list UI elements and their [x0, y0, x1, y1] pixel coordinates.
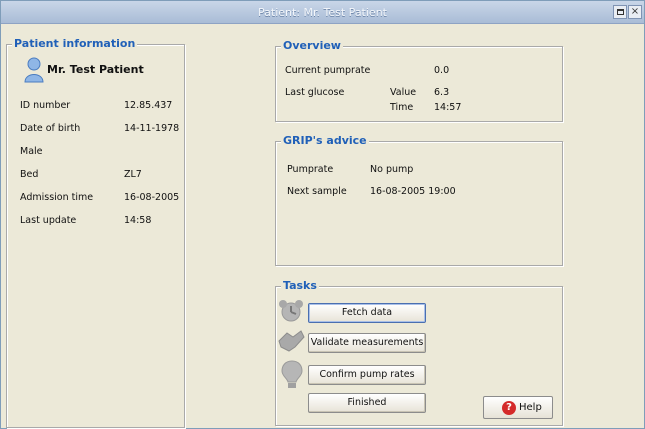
- current-pumprate-value: 0.0: [434, 65, 450, 76]
- id-number-value: 12.85.437: [124, 100, 173, 111]
- grip-advice-legend: GRIP's advice: [281, 134, 369, 147]
- handshake-icon: [278, 330, 305, 352]
- id-number-label: ID number: [20, 100, 71, 111]
- close-button[interactable]: ×: [628, 5, 642, 19]
- patient-name: Mr. Test Patient: [47, 63, 144, 76]
- date-of-birth-value: 14-11-1978: [124, 123, 180, 134]
- advice-pumprate-label: Pumprate: [287, 164, 334, 175]
- help-label: Help: [519, 402, 542, 413]
- bed-value: ZL7: [124, 169, 142, 180]
- patient-info-group: Patient information Mr. Test Patient ID …: [6, 37, 185, 428]
- maximize-button[interactable]: [613, 5, 627, 19]
- glucose-value-label: Value: [390, 87, 417, 98]
- next-sample-value: 16-08-2005 19:00: [370, 186, 456, 197]
- alarm-clock-icon: [279, 300, 303, 322]
- glucose-time: 14:57: [434, 102, 462, 113]
- current-pumprate-label: Current pumprate: [285, 65, 371, 76]
- tasks-legend: Tasks: [281, 279, 319, 292]
- last-update-value: 14:58: [124, 215, 152, 226]
- admission-time-label: Admission time: [20, 192, 94, 203]
- overview-legend: Overview: [281, 39, 343, 52]
- maximize-icon: [616, 9, 624, 15]
- finished-button[interactable]: Finished: [308, 393, 426, 413]
- admission-time-value: 16-08-2005: [124, 192, 180, 203]
- lightbulb-icon: [281, 360, 303, 388]
- confirm-pump-rates-button[interactable]: Confirm pump rates: [308, 365, 426, 385]
- patient-window: Patient: Mr. Test Patient × Patient info…: [0, 0, 645, 429]
- overview-group: Overview Current pumprate 0.0 Last gluco…: [275, 39, 563, 122]
- gender-label: Male: [20, 146, 43, 157]
- fetch-data-button[interactable]: Fetch data: [308, 303, 426, 323]
- patient-avatar-icon: [24, 57, 44, 83]
- window-title: Patient: Mr. Test Patient: [258, 6, 387, 19]
- glucose-value: 6.3: [434, 87, 450, 98]
- glucose-time-label: Time: [390, 102, 414, 113]
- patient-info-legend: Patient information: [12, 37, 138, 50]
- advice-pumprate-value: No pump: [370, 164, 414, 175]
- bed-label: Bed: [20, 169, 39, 180]
- grip-advice-group: GRIP's advice Pumprate No pump Next samp…: [275, 134, 563, 266]
- validate-measurements-button[interactable]: Validate measurements: [308, 333, 426, 353]
- last-glucose-label: Last glucose: [285, 87, 345, 98]
- date-of-birth-label: Date of birth: [20, 123, 81, 134]
- last-update-label: Last update: [20, 215, 77, 226]
- help-button[interactable]: ? Help: [483, 396, 553, 419]
- title-bar[interactable]: Patient: Mr. Test Patient ×: [1, 1, 644, 24]
- help-icon: ?: [502, 401, 516, 415]
- next-sample-label: Next sample: [287, 186, 347, 197]
